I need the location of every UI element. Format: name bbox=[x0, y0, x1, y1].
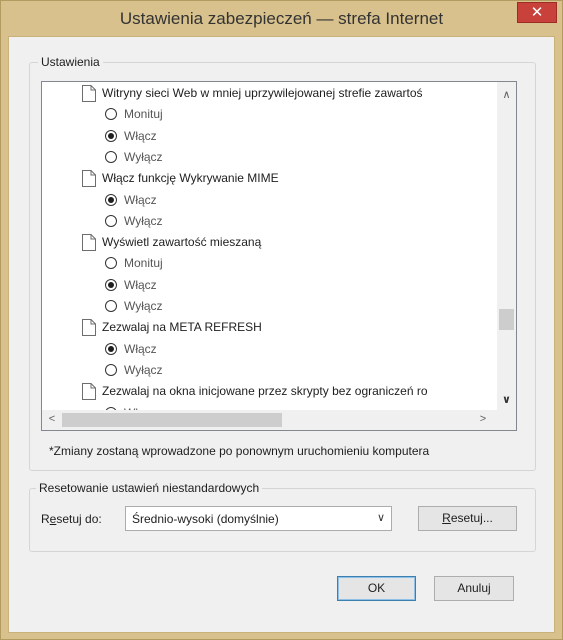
close-button[interactable]: ✕ bbox=[517, 2, 557, 23]
reset-to-label: Resetuj do: bbox=[41, 512, 102, 526]
settings-option-row[interactable]: Włącz bbox=[42, 190, 242, 211]
radio-button[interactable] bbox=[105, 129, 117, 142]
horizontal-scroll-thumb[interactable] bbox=[62, 413, 282, 427]
scroll-down-icon[interactable]: ∨ bbox=[501, 393, 512, 406]
settings-heading-text: Wyświetl zawartość mieszaną bbox=[102, 235, 262, 250]
settings-option-label: Monituj bbox=[124, 107, 163, 122]
settings-list-content: Witryny sieci Web w mniej uprzywilejowan… bbox=[42, 82, 498, 410]
scrollbar-corner bbox=[497, 410, 516, 430]
document-icon bbox=[82, 85, 96, 102]
settings-option-label: Monituj bbox=[124, 256, 163, 271]
radio-button[interactable] bbox=[105, 342, 117, 355]
reset-button-label: esetuj... bbox=[450, 511, 493, 525]
vertical-scrollbar[interactable]: ∧ ∨ bbox=[497, 82, 516, 410]
settings-option-label: Wyłącz bbox=[124, 149, 163, 164]
settings-option-row[interactable]: Wyłącz bbox=[42, 296, 242, 317]
radio-button[interactable] bbox=[105, 278, 117, 291]
settings-heading-text: Witryny sieci Web w mniej uprzywilejowan… bbox=[102, 86, 423, 100]
document-icon bbox=[82, 383, 96, 401]
window-title: Ustawienia zabezpieczeń — strefa Interne… bbox=[119, 9, 444, 28]
settings-option-row[interactable]: Włącz bbox=[42, 339, 242, 360]
security-settings-window: Ustawienia zabezpieczeń — strefa Interne… bbox=[0, 0, 563, 640]
reset-to-label-part: R bbox=[41, 512, 50, 526]
chevron-down-icon: ∨ bbox=[376, 512, 385, 524]
radio-button[interactable] bbox=[105, 257, 117, 270]
scroll-right-icon[interactable]: > bbox=[478, 413, 488, 425]
horizontal-scrollbar[interactable]: < > bbox=[42, 410, 497, 430]
settings-option-row[interactable]: Monituj bbox=[42, 253, 242, 274]
vertical-scroll-thumb[interactable] bbox=[499, 309, 514, 330]
close-icon: ✕ bbox=[530, 4, 544, 21]
settings-option-label: Włącz bbox=[124, 192, 157, 207]
scroll-up-icon[interactable]: ∧ bbox=[501, 88, 512, 101]
document-icon bbox=[82, 319, 96, 337]
reset-group-label: Resetowanie ustawień niestandardowych bbox=[36, 481, 263, 495]
settings-group-label: Ustawienia bbox=[38, 55, 103, 69]
reset-level-select[interactable]: Średnio-wysoki (domyślnie) ∨ bbox=[125, 506, 392, 531]
reset-button-accesskey: R bbox=[442, 511, 451, 525]
settings-option-row[interactable]: Monituj bbox=[42, 104, 242, 125]
settings-option-row[interactable]: Włącz bbox=[42, 275, 242, 296]
ok-button[interactable]: OK bbox=[337, 576, 416, 601]
title-bar[interactable]: Ustawienia zabezpieczeń — strefa Interne… bbox=[1, 1, 562, 36]
settings-heading-row: Zezwalaj na META REFRESH bbox=[42, 317, 498, 338]
settings-heading-row: Witryny sieci Web w mniej uprzywilejowan… bbox=[42, 83, 498, 104]
settings-option-label: Wyłącz bbox=[124, 362, 163, 377]
settings-option-label: Wyłącz bbox=[124, 299, 163, 313]
settings-option-row[interactable]: Wyłącz bbox=[42, 360, 242, 381]
settings-heading-text: Włącz funkcję Wykrywanie MIME bbox=[102, 171, 279, 186]
settings-heading-row: Wyświetl zawartość mieszaną bbox=[42, 232, 498, 253]
restart-note: *Zmiany zostaną wprowadzone po ponownym … bbox=[49, 444, 430, 458]
radio-button[interactable] bbox=[105, 363, 117, 376]
settings-heading-row: Włącz funkcję Wykrywanie MIME bbox=[42, 168, 498, 189]
settings-option-row[interactable]: Wyłącz bbox=[42, 211, 242, 232]
radio-button[interactable] bbox=[105, 300, 117, 312]
radio-button[interactable] bbox=[105, 108, 117, 121]
settings-option-label: Włącz bbox=[124, 403, 157, 411]
scroll-left-icon[interactable]: < bbox=[47, 413, 57, 425]
settings-heading-text: Zezwalaj na okna inicjowane przez skrypt… bbox=[102, 384, 428, 399]
settings-option-label: Włącz bbox=[124, 277, 157, 292]
document-icon bbox=[82, 234, 96, 252]
reset-to-label-rest: setuj do: bbox=[56, 512, 102, 526]
radio-button[interactable] bbox=[105, 214, 117, 227]
settings-heading-row: Zezwalaj na okna inicjowane przez skrypt… bbox=[42, 381, 498, 402]
settings-option-row[interactable]: Włącz bbox=[42, 126, 242, 147]
settings-option-label: Włącz bbox=[124, 128, 157, 143]
settings-option-label: Wyłącz bbox=[124, 213, 163, 228]
settings-list[interactable]: Witryny sieci Web w mniej uprzywilejowan… bbox=[41, 81, 517, 431]
settings-heading-text: Zezwalaj na META REFRESH bbox=[102, 320, 262, 335]
document-icon bbox=[82, 170, 96, 188]
settings-option-label: Włącz bbox=[124, 341, 157, 356]
reset-level-value: Średnio-wysoki (domyślnie) bbox=[132, 512, 279, 526]
settings-option-row[interactable]: Włącz bbox=[42, 403, 242, 411]
radio-button[interactable] bbox=[105, 193, 117, 206]
reset-button[interactable]: Resetuj... bbox=[418, 506, 517, 531]
radio-button[interactable] bbox=[105, 150, 117, 163]
settings-option-row[interactable]: Wyłącz bbox=[42, 147, 242, 168]
cancel-button[interactable]: Anuluj bbox=[434, 576, 514, 601]
